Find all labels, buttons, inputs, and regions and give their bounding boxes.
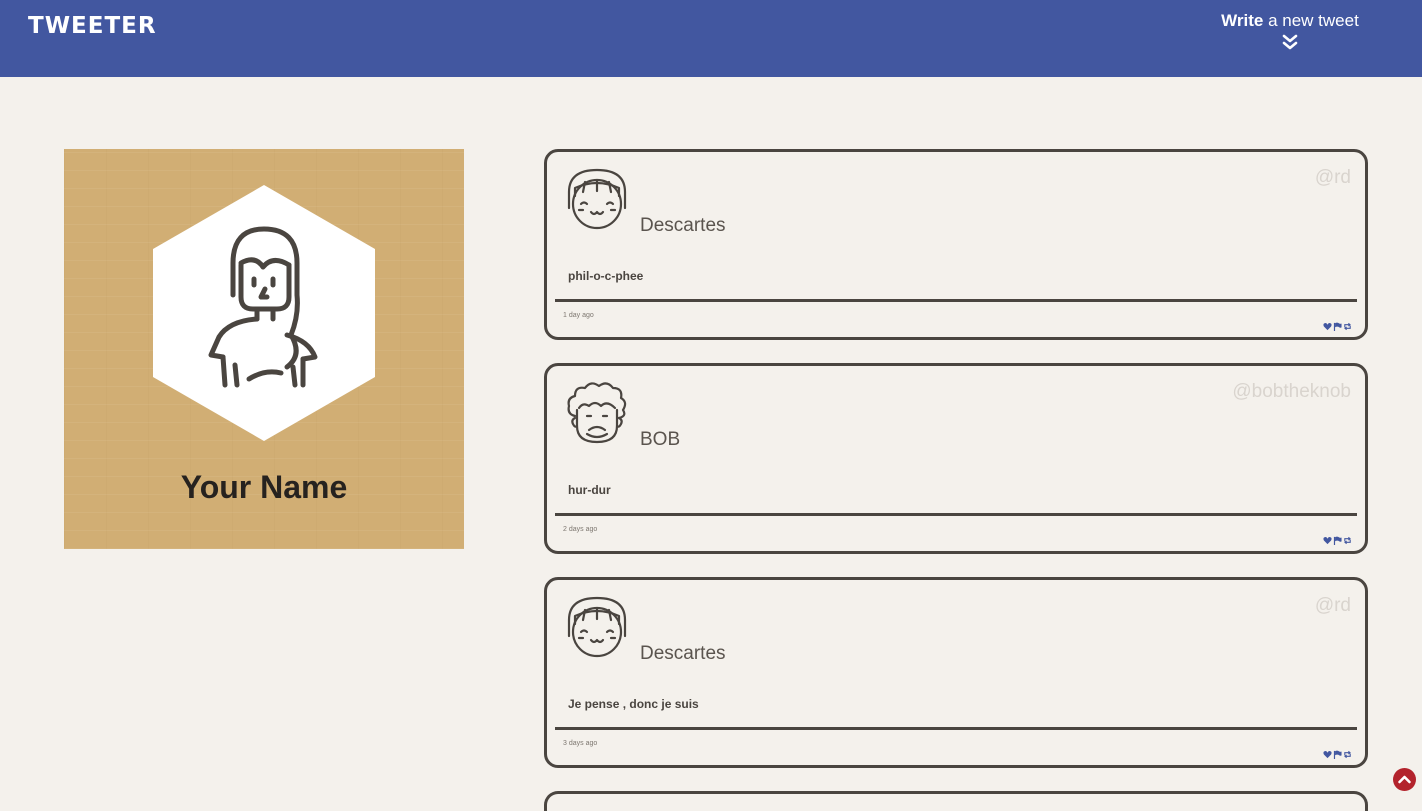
tweet-handle: @bobtheknob [1232, 381, 1351, 402]
profile-card: Your Name [64, 149, 464, 549]
flag-icon[interactable] [1333, 746, 1342, 759]
top-nav: TWEETER Write a new tweet [0, 0, 1422, 77]
chevron-up-icon [1398, 775, 1411, 784]
tweet-card: Descartes @rd Je pense , donc je suis 3 … [544, 577, 1368, 768]
curly-hair-avatar-icon [567, 382, 627, 444]
tweet-timestamp: 1 day ago [563, 312, 594, 319]
retweet-icon[interactable] [1343, 746, 1352, 759]
brand-logo[interactable]: TWEETER [28, 13, 157, 39]
tweet-card: BOB @bobtheknob hur-dur 2 days ago [544, 363, 1368, 554]
compose-label: a new tweet [1263, 11, 1359, 30]
tweet-author: Descartes [640, 215, 726, 236]
write-tweet-button[interactable]: Write a new tweet [1200, 11, 1380, 50]
tweet-content: hur-dur [568, 483, 611, 497]
tweet-actions [1323, 532, 1352, 545]
tweet-content: phil-o-c-phee [568, 269, 644, 283]
tweet-timestamp: 2 days ago [563, 526, 598, 533]
tweet-divider [555, 727, 1357, 730]
heart-icon[interactable] [1323, 746, 1332, 759]
heart-icon[interactable] [1323, 318, 1332, 331]
double-chevron-down-icon[interactable] [1282, 34, 1298, 50]
profile-name: Your Name [180, 469, 348, 505]
tweet-card: Descartes @rd phil-o-c-phee 1 day ago [544, 149, 1368, 340]
tweet-actions [1323, 746, 1352, 759]
tweet-author: Descartes [640, 643, 726, 664]
retweet-icon[interactable] [1343, 532, 1352, 545]
flag-icon[interactable] [1333, 532, 1342, 545]
tweet-handle: @rd [1314, 595, 1351, 616]
girl-bangs-avatar-icon [567, 596, 627, 658]
woman-avatar-icon [153, 185, 375, 441]
tweet-content: Je pense , donc je suis [568, 697, 699, 711]
heart-icon[interactable] [1323, 532, 1332, 545]
retweet-icon[interactable] [1343, 318, 1352, 331]
tweet-actions [1323, 318, 1352, 331]
tweet-divider [555, 299, 1357, 302]
compose-label-bold: Write [1221, 11, 1264, 30]
girl-bangs-avatar-icon [567, 168, 627, 230]
tweet-timestamp: 3 days ago [563, 740, 598, 747]
flag-icon[interactable] [1333, 318, 1342, 331]
scroll-to-top-button[interactable] [1393, 768, 1416, 791]
tweet-author: BOB [640, 429, 681, 450]
tweet-handle: @rd [1314, 167, 1351, 188]
tweet-card-partial [544, 791, 1368, 811]
tweet-divider [555, 513, 1357, 516]
